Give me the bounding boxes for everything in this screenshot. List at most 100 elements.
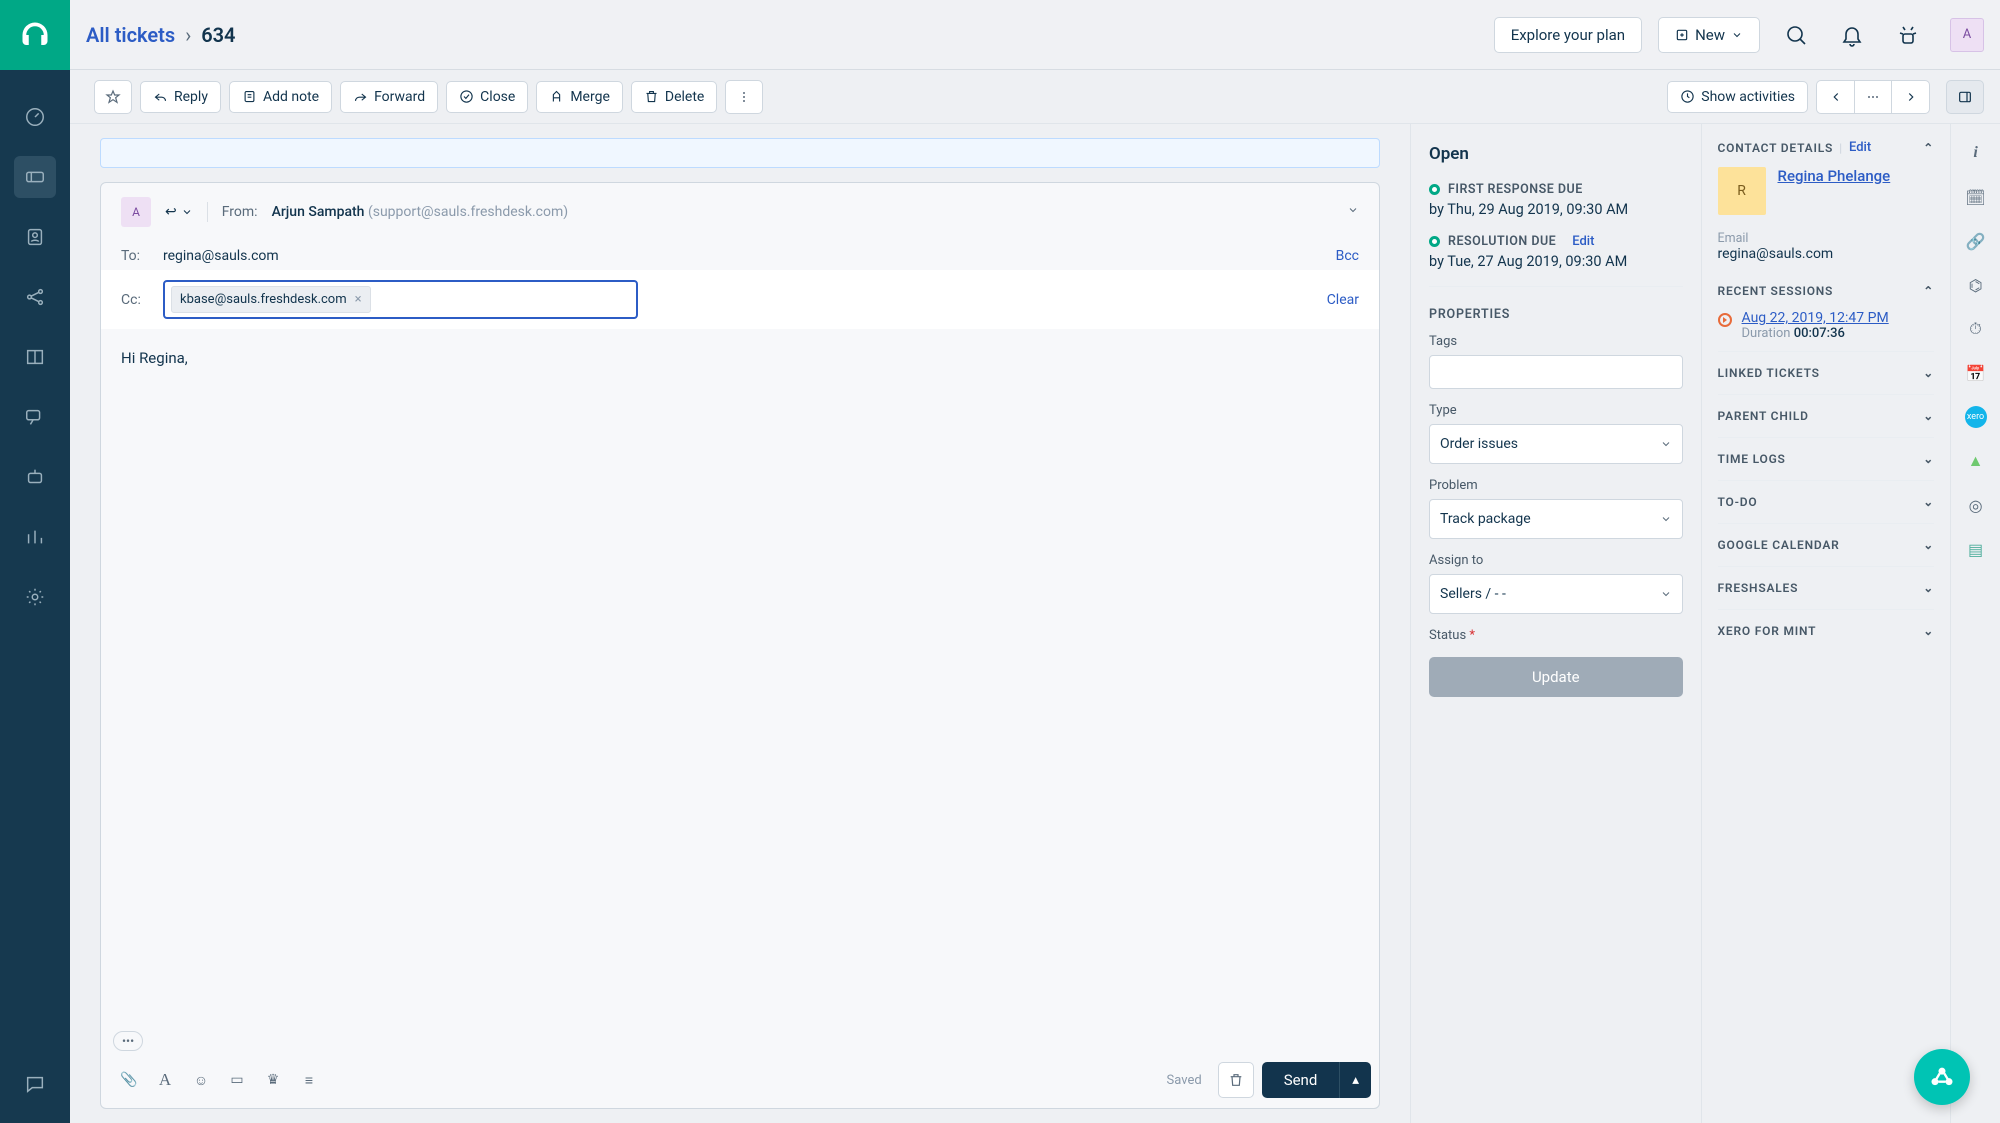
- play-icon[interactable]: [1718, 313, 1732, 327]
- edit-resolution-link[interactable]: Edit: [1572, 234, 1594, 249]
- from-dropdown[interactable]: [1347, 204, 1359, 220]
- sender-avatar: A: [121, 197, 151, 227]
- freshconnect-fab[interactable]: [1914, 1049, 1970, 1105]
- doc-app-icon[interactable]: ▤: [1965, 538, 1987, 560]
- bcc-link[interactable]: Bcc: [1336, 248, 1359, 264]
- problem-select[interactable]: Track package: [1429, 499, 1683, 539]
- freshsales-app-icon[interactable]: ▲: [1965, 450, 1987, 472]
- new-button[interactable]: New: [1658, 17, 1760, 53]
- freddy-ai-icon[interactable]: [1888, 15, 1928, 55]
- accordion-parent-child[interactable]: PARENT CHILD⌄: [1718, 394, 1935, 437]
- from-email: (support@sauls.freshdesk.com): [368, 204, 568, 220]
- type-label: Type: [1429, 403, 1683, 418]
- gcal-app-icon[interactable]: ◎: [1965, 494, 1987, 516]
- nav-forums[interactable]: [14, 396, 56, 438]
- code-icon[interactable]: ≡: [299, 1070, 319, 1090]
- add-note-button[interactable]: Add note: [229, 81, 332, 113]
- merge-button[interactable]: Merge: [536, 81, 623, 113]
- next-ticket-button[interactable]: [1892, 80, 1930, 114]
- reply-type-selector[interactable]: ↩: [165, 204, 193, 220]
- attach-icon[interactable]: 📎: [119, 1070, 139, 1090]
- nav-solutions[interactable]: [14, 336, 56, 378]
- accordion-google-calendar[interactable]: GOOGLE CALENDAR⌄: [1718, 523, 1935, 566]
- accordion-time-logs[interactable]: TIME LOGS⌄: [1718, 437, 1935, 480]
- text-format-icon[interactable]: A: [155, 1070, 175, 1090]
- send-options-button[interactable]: ▴: [1339, 1062, 1371, 1098]
- breadcrumb-all-tickets[interactable]: All tickets: [86, 23, 175, 47]
- calendar-app-icon[interactable]: 🗓: [1965, 186, 1987, 208]
- ticket-nav-more[interactable]: [1854, 80, 1892, 114]
- xero-app-icon[interactable]: xero: [1965, 406, 1987, 428]
- page-header: All tickets › 634 Explore your plan New …: [70, 0, 2000, 70]
- reply-body[interactable]: Hi Regina,: [101, 329, 1379, 1031]
- left-nav-rail: [0, 0, 70, 1123]
- reply-button[interactable]: Reply: [140, 81, 221, 113]
- canned-response-icon[interactable]: ▭: [227, 1070, 247, 1090]
- cc-label: Cc:: [121, 292, 151, 308]
- status-dot-icon: [1429, 236, 1440, 247]
- accordion-freshsales[interactable]: FRESHSALES⌄: [1718, 566, 1935, 609]
- ticket-status: Open: [1429, 144, 1683, 164]
- nav-tickets[interactable]: [14, 156, 56, 198]
- accordion-linked-tickets[interactable]: LINKED TICKETS⌄: [1718, 351, 1935, 394]
- nav-contacts[interactable]: [14, 216, 56, 258]
- collapse-icon[interactable]: ⌃: [1923, 141, 1934, 155]
- insert-solution-icon[interactable]: ♛: [263, 1070, 283, 1090]
- cc-text-input[interactable]: [377, 288, 630, 312]
- to-label: To:: [121, 248, 151, 264]
- prev-ticket-button[interactable]: [1816, 80, 1854, 114]
- nav-reports[interactable]: [14, 516, 56, 558]
- show-activities-button[interactable]: Show activities: [1667, 81, 1808, 113]
- toggle-details-button[interactable]: [1946, 80, 1984, 114]
- update-button[interactable]: Update: [1429, 657, 1683, 697]
- reply-editor-card: A ↩ From: Arjun Sampath (support@sauls.f…: [100, 182, 1380, 1109]
- link-icon[interactable]: 🔗: [1965, 230, 1987, 252]
- nav-chat[interactable]: [14, 1063, 56, 1105]
- first-response-value: by Thu, 29 Aug 2019, 09:30 AM: [1429, 201, 1683, 218]
- explore-plan-button[interactable]: Explore your plan: [1494, 17, 1642, 53]
- nav-social[interactable]: [14, 276, 56, 318]
- search-icon[interactable]: [1776, 15, 1816, 55]
- sitemap-icon[interactable]: ⌬: [1965, 274, 1987, 296]
- first-response-label: FIRST RESPONSE DUE: [1448, 182, 1583, 197]
- remove-cc-icon[interactable]: ×: [355, 292, 362, 307]
- close-button[interactable]: Close: [446, 81, 528, 113]
- send-button[interactable]: Send: [1262, 1062, 1340, 1098]
- assign-select[interactable]: Sellers / - -: [1429, 574, 1683, 614]
- ticket-id: 634: [201, 23, 235, 47]
- properties-panel: Open FIRST RESPONSE DUE by Thu, 29 Aug 2…: [1411, 124, 1701, 1123]
- delete-button[interactable]: Delete: [631, 81, 717, 113]
- chevron-right-icon: ›: [185, 23, 191, 47]
- timer-icon[interactable]: ⏱: [1965, 318, 1987, 340]
- accordion-to-do[interactable]: TO-DO⌄: [1718, 480, 1935, 523]
- edit-contact-link[interactable]: Edit: [1849, 140, 1871, 155]
- type-select[interactable]: Order issues: [1429, 424, 1683, 464]
- more-actions-button[interactable]: [725, 80, 763, 114]
- properties-title: PROPERTIES: [1429, 307, 1683, 322]
- session-link[interactable]: Aug 22, 2019, 12:47 PM: [1742, 310, 1889, 326]
- tags-input[interactable]: [1429, 355, 1683, 389]
- contact-details-title: CONTACT DETAILS: [1718, 141, 1834, 155]
- nav-admin[interactable]: [14, 576, 56, 618]
- discard-draft-button[interactable]: [1218, 1062, 1254, 1098]
- status-dot-icon: [1429, 184, 1440, 195]
- expand-quoted-icon[interactable]: •••: [113, 1031, 143, 1051]
- nav-dashboard[interactable]: [14, 96, 56, 138]
- email-label: Email: [1718, 231, 1935, 246]
- accordion-xero-for-mint[interactable]: XERO FOR MINT⌄: [1718, 609, 1935, 652]
- forward-button[interactable]: Forward: [340, 81, 438, 113]
- clear-cc-link[interactable]: Clear: [1327, 292, 1359, 308]
- todo-icon[interactable]: 📅: [1965, 362, 1987, 384]
- emoji-icon[interactable]: ☺: [191, 1070, 211, 1090]
- contact-name-link[interactable]: Regina Phelange: [1778, 167, 1891, 185]
- to-value[interactable]: regina@sauls.com: [163, 248, 279, 264]
- brand-logo[interactable]: [0, 0, 70, 70]
- collapse-icon[interactable]: ⌃: [1923, 284, 1934, 298]
- notifications-icon[interactable]: [1832, 15, 1872, 55]
- star-button[interactable]: [94, 80, 132, 114]
- user-avatar[interactable]: A: [1950, 18, 1984, 52]
- tags-label: Tags: [1429, 334, 1683, 349]
- nav-bot[interactable]: [14, 456, 56, 498]
- info-icon[interactable]: i: [1965, 142, 1987, 164]
- cc-input[interactable]: kbase@sauls.freshdesk.com ×: [163, 280, 638, 319]
